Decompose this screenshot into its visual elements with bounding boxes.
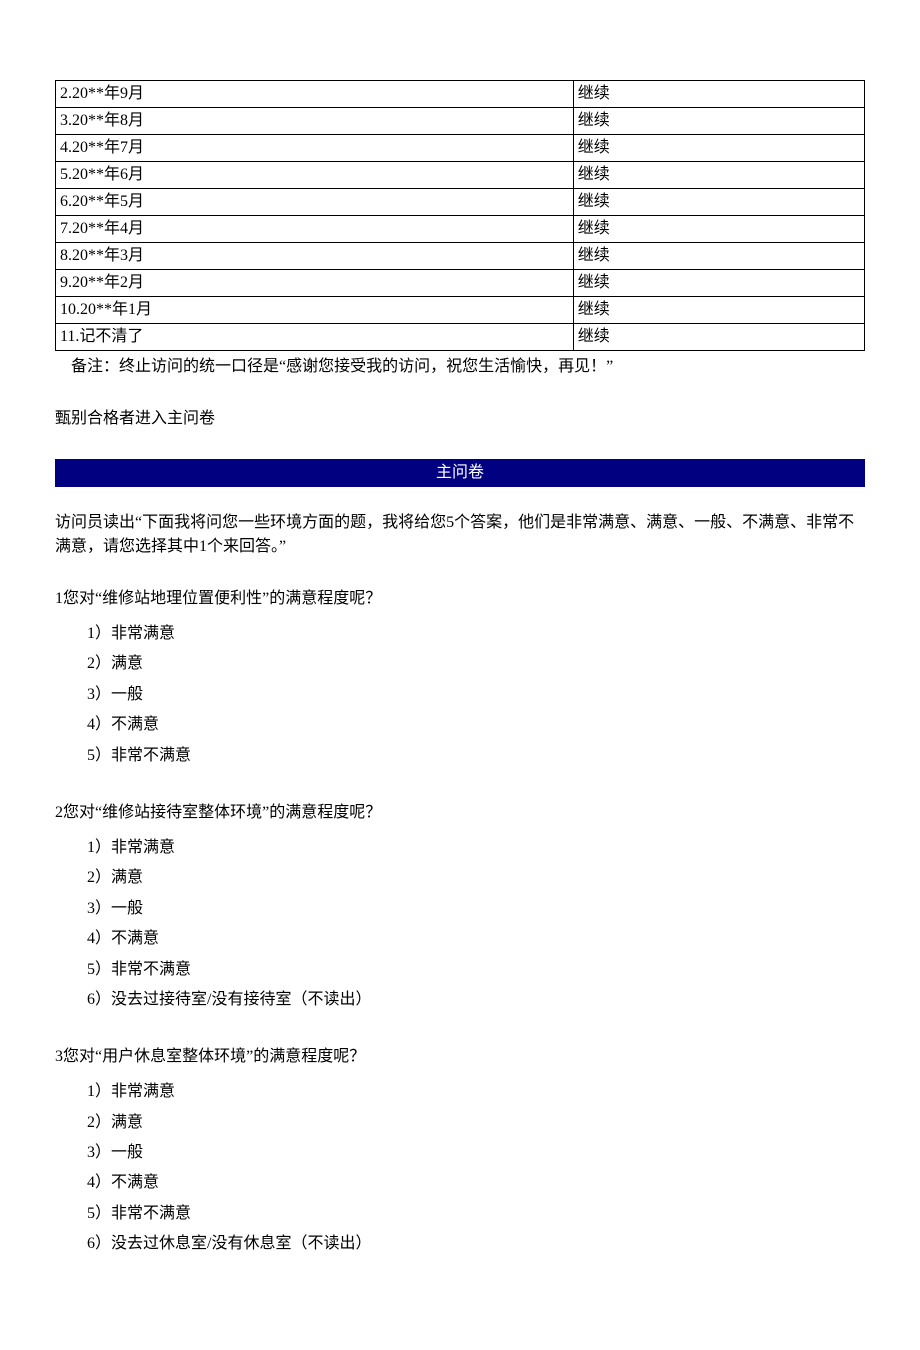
options-list: 1）非常满意2）满意3）一般4）不满意5）非常不满意6）没去过休息室/没有休息室… — [55, 1077, 865, 1259]
option-item: 6）没去过休息室/没有休息室（不读出） — [87, 1229, 865, 1259]
option-item: 4）不满意 — [87, 1168, 865, 1198]
option-item: 3）一般 — [87, 680, 865, 710]
table-cell-left: 6.20**年5月 — [56, 189, 574, 216]
option-item: 1）非常满意 — [87, 833, 865, 863]
question-text: 1您对“维修站地理位置便利性”的满意程度呢？ — [55, 587, 865, 611]
table-cell-right: 继续 — [573, 81, 864, 108]
option-item: 5）非常不满意 — [87, 741, 865, 771]
option-item: 4）不满意 — [87, 924, 865, 954]
instruction-text: 访问员读出“下面我将问您一些环境方面的题，我将给您5个答案，他们是非常满意、满意… — [55, 511, 865, 559]
table-cell-right: 继续 — [573, 135, 864, 162]
table-row: 9.20**年2月继续 — [56, 270, 865, 297]
table-row: 11.记不清了继续 — [56, 324, 865, 351]
option-item: 5）非常不满意 — [87, 955, 865, 985]
table-cell-left: 9.20**年2月 — [56, 270, 574, 297]
table-row: 8.20**年3月继续 — [56, 243, 865, 270]
table-row: 5.20**年6月继续 — [56, 162, 865, 189]
table-cell-right: 继续 — [573, 324, 864, 351]
table-cell-right: 继续 — [573, 270, 864, 297]
options-list: 1）非常满意2）满意3）一般4）不满意5）非常不满意 — [55, 619, 865, 771]
table-cell-left: 8.20**年3月 — [56, 243, 574, 270]
footnote-text: 备注：终止访问的统一口径是“感谢您接受我的访问，祝您生活愉快，再见！” — [55, 355, 865, 379]
section-banner: 主问卷 — [55, 459, 865, 487]
option-item: 1）非常满意 — [87, 619, 865, 649]
table-row: 4.20**年7月继续 — [56, 135, 865, 162]
table-cell-right: 继续 — [573, 216, 864, 243]
option-item: 1）非常满意 — [87, 1077, 865, 1107]
table-cell-right: 继续 — [573, 189, 864, 216]
table-cell-right: 继续 — [573, 108, 864, 135]
table-cell-left: 5.20**年6月 — [56, 162, 574, 189]
eligible-text: 甄别合格者进入主问卷 — [55, 407, 865, 431]
question-text: 3您对“用户休息室整体环境”的满意程度呢？ — [55, 1045, 865, 1069]
table-row: 6.20**年5月继续 — [56, 189, 865, 216]
table-cell-left: 4.20**年7月 — [56, 135, 574, 162]
table-cell-right: 继续 — [573, 297, 864, 324]
question-block: 1您对“维修站地理位置便利性”的满意程度呢？ 1）非常满意2）满意3）一般4）不满… — [55, 587, 865, 771]
table-cell-left: 7.20**年4月 — [56, 216, 574, 243]
question-block: 2您对“维修站接待室整体环境”的满意程度呢？ 1）非常满意2）满意3）一般4）不满… — [55, 801, 865, 1015]
table-cell-left: 10.20**年1月 — [56, 297, 574, 324]
options-list: 1）非常满意2）满意3）一般4）不满意5）非常不满意6）没去过接待室/没有接待室… — [55, 833, 865, 1015]
table-cell-left: 2.20**年9月 — [56, 81, 574, 108]
question-text: 2您对“维修站接待室整体环境”的满意程度呢？ — [55, 801, 865, 825]
option-item: 5）非常不满意 — [87, 1199, 865, 1229]
table-row: 10.20**年1月继续 — [56, 297, 865, 324]
date-status-table: 2.20**年9月继续3.20**年8月继续4.20**年7月继续5.20**年… — [55, 80, 865, 351]
option-item: 3）一般 — [87, 894, 865, 924]
table-row: 7.20**年4月继续 — [56, 216, 865, 243]
table-row: 2.20**年9月继续 — [56, 81, 865, 108]
table-row: 3.20**年8月继续 — [56, 108, 865, 135]
option-item: 2）满意 — [87, 1108, 865, 1138]
table-cell-right: 继续 — [573, 243, 864, 270]
table-cell-right: 继续 — [573, 162, 864, 189]
option-item: 3）一般 — [87, 1138, 865, 1168]
table-cell-left: 11.记不清了 — [56, 324, 574, 351]
option-item: 2）满意 — [87, 863, 865, 893]
table-cell-left: 3.20**年8月 — [56, 108, 574, 135]
question-block: 3您对“用户休息室整体环境”的满意程度呢？ 1）非常满意2）满意3）一般4）不满意… — [55, 1045, 865, 1259]
option-item: 2）满意 — [87, 649, 865, 679]
option-item: 6）没去过接待室/没有接待室（不读出） — [87, 985, 865, 1015]
option-item: 4）不满意 — [87, 710, 865, 740]
